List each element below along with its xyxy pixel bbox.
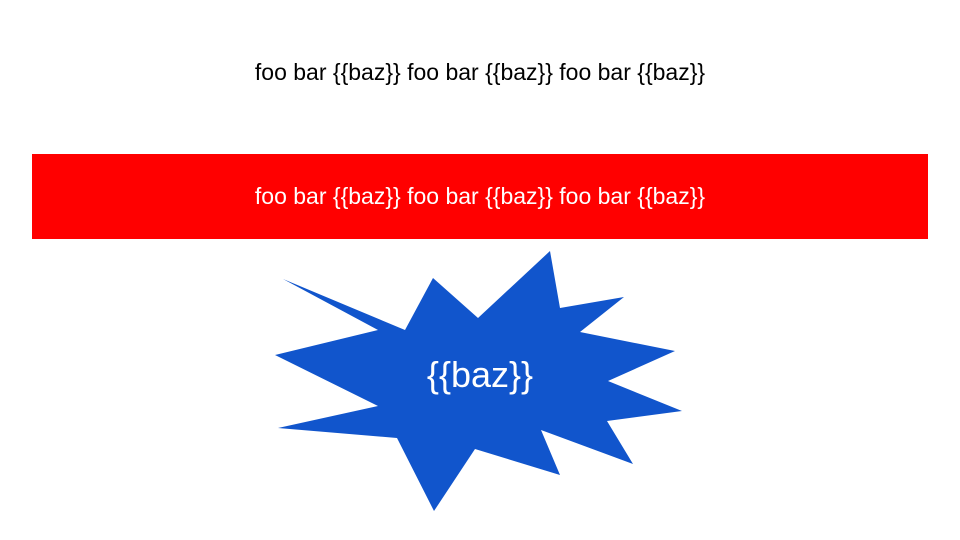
explosion-burst-shape bbox=[275, 251, 682, 511]
slide-canvas: foo bar {{baz}} foo bar {{baz}} foo bar … bbox=[0, 0, 960, 540]
burst-label: {{baz}} bbox=[426, 354, 534, 395]
